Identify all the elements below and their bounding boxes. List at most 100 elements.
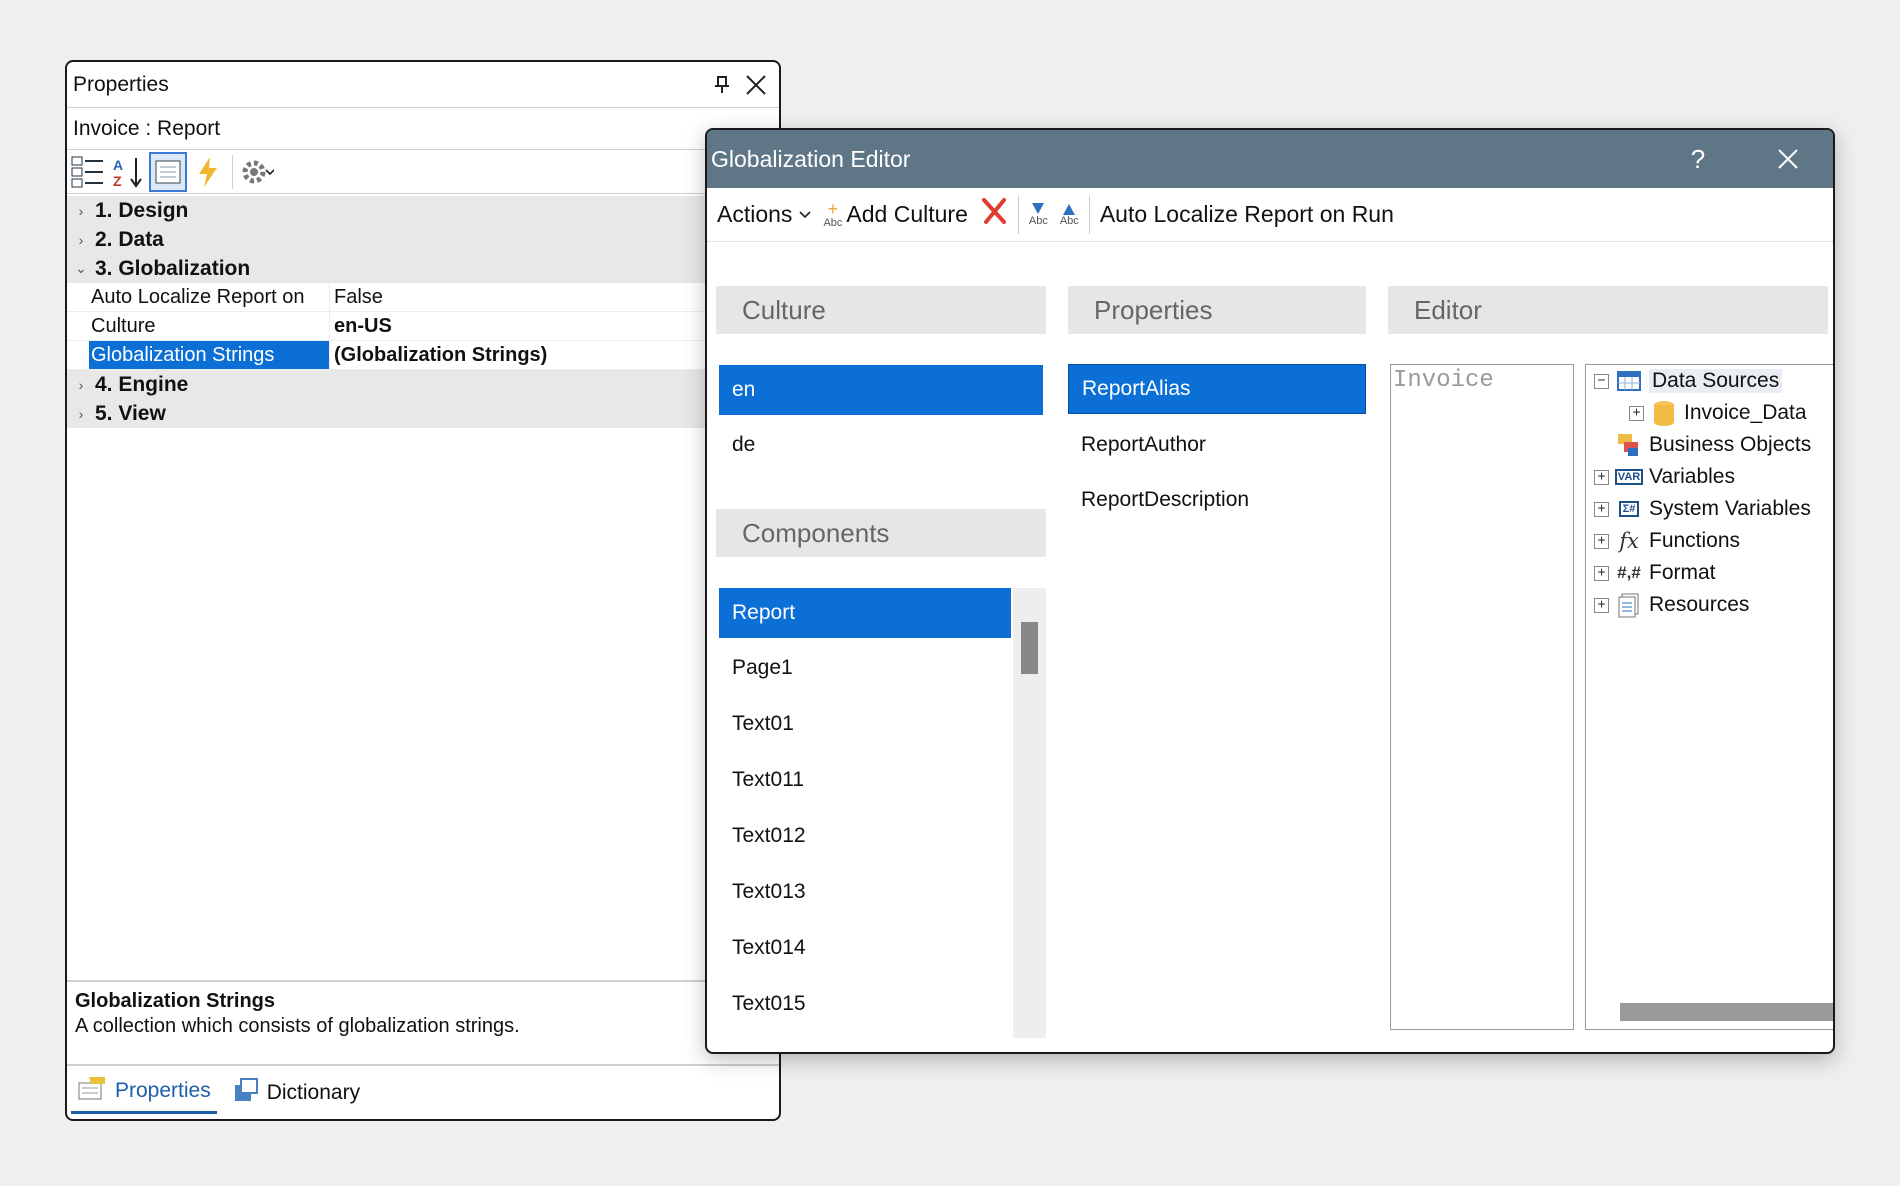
tree-node-label: Invoice_Data (1684, 401, 1807, 424)
settings-gear-icon[interactable] (238, 152, 276, 192)
expand-icon[interactable]: + (1594, 533, 1609, 549)
tree-node-system-variables[interactable]: + Σ# System Variables (1594, 494, 1811, 524)
auto-localize-toggle[interactable]: Auto Localize Report on Run (1094, 190, 1400, 240)
editor-title: Globalization Editor (711, 145, 911, 172)
component-item[interactable]: Text013 (719, 867, 1011, 917)
arrow-down-icon: Abc (1029, 202, 1048, 227)
arrow-up-icon: Abc (1060, 202, 1079, 227)
tree-node-data-sources[interactable]: − Data Sources (1594, 366, 1783, 396)
pin-icon[interactable] (705, 68, 739, 102)
actions-menu-button[interactable]: Actions (711, 190, 817, 240)
chevron-right-icon[interactable]: › (67, 232, 95, 248)
chevron-right-icon[interactable]: › (67, 377, 95, 393)
component-item[interactable]: Text014 (719, 923, 1011, 973)
tree-node-business-objects[interactable]: Business Objects (1615, 430, 1811, 460)
category-label: 5. View (95, 401, 166, 425)
category-engine[interactable]: › 4. Engine (67, 370, 779, 399)
database-icon (1650, 401, 1678, 426)
tab-dictionary[interactable]: Dictionary (227, 1072, 366, 1114)
tree-horizontal-scrollbar[interactable] (1620, 1003, 1833, 1021)
category-design[interactable]: › 1. Design (67, 196, 779, 225)
tree-node-invoice-data[interactable]: + Invoice_Data (1629, 398, 1807, 428)
category-view[interactable]: › 5. View (67, 399, 779, 428)
culture-header: Culture (716, 286, 1046, 334)
editor-toolbar: Actions + Abc Add Culture Abc Abc Auto L… (707, 188, 1833, 242)
properties-window: Properties Invoice : Report AZ › 1. Desig… (65, 60, 781, 1121)
editor-textbox[interactable]: Invoice (1390, 364, 1574, 1030)
scrollbar-thumb[interactable] (1021, 622, 1038, 674)
events-lightning-icon[interactable] (189, 152, 227, 192)
tree-node-format[interactable]: + #,# Format (1594, 558, 1716, 588)
tree-node-label: Business Objects (1649, 433, 1812, 456)
tree-node-label: Format (1649, 561, 1716, 584)
properties-titlebar: Properties (67, 62, 779, 108)
property-grid: › 1. Design › 2. Data ⌄ 3. Globalization Au… (67, 196, 779, 976)
tree-node-label: System Variables (1649, 497, 1811, 520)
variables-icon: VAR (1614, 465, 1644, 489)
component-item[interactable]: Text012 (719, 811, 1011, 861)
expand-icon[interactable]: + (1594, 501, 1609, 517)
component-item[interactable]: Text015 (719, 979, 1011, 1029)
culture-item-de[interactable]: de (719, 420, 1043, 470)
delete-icon (980, 197, 1008, 233)
property-item-reportauthor[interactable]: ReportAuthor (1068, 420, 1366, 470)
chevron-right-icon[interactable]: › (67, 406, 95, 422)
properties-title: Properties (73, 72, 169, 96)
chevron-right-icon[interactable]: › (67, 203, 95, 219)
collapse-icon[interactable]: − (1594, 373, 1609, 389)
category-globalization[interactable]: ⌄ 3. Globalization (67, 254, 779, 283)
category-data[interactable]: › 2. Data (67, 225, 779, 254)
categorized-icon[interactable] (69, 152, 107, 192)
close-icon[interactable] (1743, 130, 1833, 188)
data-sources-icon (1615, 369, 1643, 393)
business-objects-icon (1615, 433, 1643, 457)
tree-node-label: Data Sources (1649, 369, 1783, 393)
category-label: 1. Design (95, 198, 189, 222)
tree-node-label: Functions (1649, 529, 1741, 552)
tree-node-resources[interactable]: + Resources (1594, 590, 1749, 620)
system-variables-icon: Σ# (1615, 497, 1643, 521)
add-culture-icon: + Abc (823, 199, 843, 229)
expand-icon[interactable]: + (1629, 405, 1644, 421)
expand-icon[interactable]: + (1594, 597, 1609, 613)
property-row-culture[interactable]: Culture en-US (67, 312, 779, 341)
editor-titlebar: Globalization Editor ? (707, 130, 1833, 188)
chevron-down-icon[interactable]: ⌄ (67, 260, 95, 277)
property-name: Globalization Strings (89, 341, 329, 369)
component-item[interactable]: Text01 (719, 699, 1011, 749)
category-label: 4. Engine (95, 372, 189, 396)
move-down-button[interactable]: Abc (1023, 190, 1054, 240)
culture-item-en[interactable]: en (719, 365, 1043, 415)
alphabetical-sort-icon[interactable]: AZ (109, 152, 147, 192)
bottom-tabs: Properties Dictionary (67, 1064, 779, 1119)
dictionary-tab-icon (233, 1077, 259, 1109)
tree-node-variables[interactable]: + VAR Variables (1594, 462, 1735, 492)
component-item[interactable]: Text011 (719, 755, 1011, 805)
tab-properties[interactable]: Properties (71, 1072, 217, 1114)
actions-label: Actions (717, 201, 793, 227)
resources-icon (1615, 593, 1643, 618)
help-button[interactable]: ? (1653, 130, 1743, 188)
components-header: Components (716, 509, 1046, 557)
expand-icon[interactable]: + (1594, 565, 1609, 581)
close-icon[interactable] (739, 68, 773, 102)
component-item[interactable]: Report (719, 588, 1011, 638)
property-item-reportdescription[interactable]: ReportDescription (1068, 475, 1366, 525)
globalization-editor-window: Globalization Editor ? Actions + Abc Add … (705, 128, 1835, 1054)
component-item[interactable]: Page1 (719, 643, 1011, 693)
svg-text:A: A (113, 157, 123, 173)
expand-icon[interactable]: + (1594, 469, 1609, 485)
editor-header: Editor (1388, 286, 1828, 334)
selected-object-label: Invoice : Report (67, 108, 779, 150)
property-row-auto-localize[interactable]: Auto Localize Report on False (67, 283, 779, 312)
svg-text:Z: Z (113, 173, 122, 189)
move-up-button[interactable]: Abc (1054, 190, 1085, 240)
add-culture-button[interactable]: + Abc Add Culture (817, 190, 973, 240)
property-row-globalization-strings[interactable]: Globalization Strings (Globalization Str… (67, 341, 779, 370)
property-item-reportalias[interactable]: ReportAlias (1068, 364, 1366, 414)
components-scrollbar[interactable] (1013, 588, 1046, 1038)
property-page-icon[interactable] (149, 151, 187, 192)
remove-culture-button[interactable] (974, 190, 1014, 240)
tree-node-functions[interactable]: + fx Functions (1594, 526, 1740, 556)
functions-icon: fx (1619, 529, 1639, 553)
